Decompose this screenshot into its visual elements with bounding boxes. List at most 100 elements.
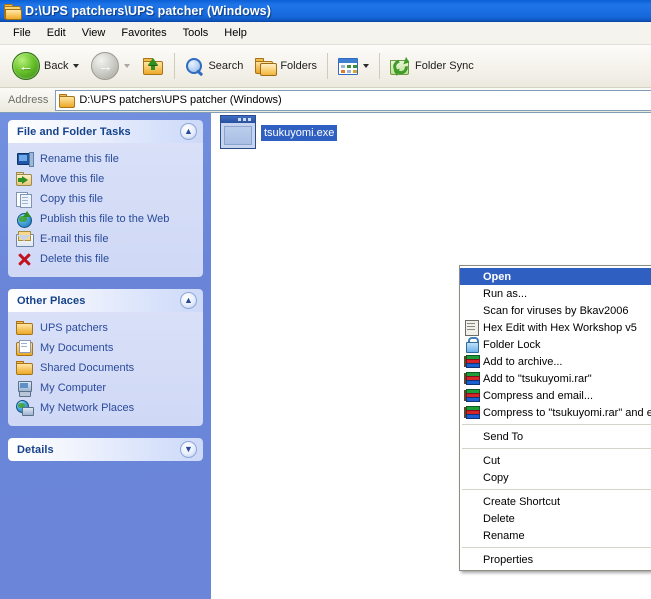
context-menu-item-folder-lock[interactable]: Folder Lock <box>460 336 651 353</box>
place-label: My Network Places <box>40 402 135 414</box>
up-button[interactable] <box>136 47 170 85</box>
address-label: Address <box>8 94 49 106</box>
my-documents-icon <box>16 340 33 356</box>
chevron-down-icon[interactable] <box>73 64 80 68</box>
spacer-icon <box>464 286 480 301</box>
hex-workshop-icon <box>464 320 480 336</box>
context-menu-item-cut[interactable]: Cut <box>460 452 651 469</box>
winrar-icon <box>464 388 480 403</box>
toolbar-separator <box>379 53 381 79</box>
winrar-icon <box>464 354 480 369</box>
panel-file-and-folder-tasks: File and Folder Tasks ▲ Rename this file… <box>8 120 203 277</box>
panel-header[interactable]: File and Folder Tasks ▲ <box>8 120 203 143</box>
search-button[interactable]: Search <box>179 47 249 85</box>
chevron-up-icon[interactable]: ▲ <box>180 123 197 140</box>
views-button[interactable] <box>332 47 375 85</box>
network-places-icon <box>16 400 34 416</box>
menu-edit[interactable]: Edit <box>39 24 74 42</box>
context-menu-item-rename[interactable]: Rename <box>460 527 651 544</box>
folders-icon <box>255 57 278 76</box>
context-menu-item-add-to-archive[interactable]: Add to archive... <box>460 353 651 370</box>
context-menu-label: Folder Lock <box>483 338 541 351</box>
toolbar: ← Back → Search Folders Folder Sync <box>0 45 651 88</box>
context-menu-separator <box>462 489 651 490</box>
menu-favorites[interactable]: Favorites <box>113 24 174 42</box>
menu-help[interactable]: Help <box>216 24 255 42</box>
context-menu-label: Open <box>483 270 512 283</box>
panel-title: File and Folder Tasks <box>17 125 131 138</box>
chevron-down-icon[interactable] <box>363 64 370 68</box>
menu-file[interactable]: File <box>5 24 39 42</box>
forward-button[interactable]: → <box>85 47 136 85</box>
context-menu[interactable]: Open Run as... Scan for viruses by Bkav2… <box>459 265 651 571</box>
place-my-network-places[interactable]: My Network Places <box>16 398 197 418</box>
context-menu-item-hex-edit[interactable]: Hex Edit with Hex Workshop v5 <box>460 319 651 336</box>
context-menu-item-properties[interactable]: Properties <box>460 551 651 568</box>
panel-body: Rename this file Move this file Copy thi… <box>8 143 203 277</box>
file-item-tsukuyomi-exe[interactable]: tsukuyomi.exe <box>220 115 400 149</box>
context-menu-label: Properties <box>483 553 534 566</box>
context-menu-label: Hex Edit with Hex Workshop v5 <box>483 321 637 334</box>
place-label: UPS patchers <box>40 322 108 334</box>
context-menu-item-create-shortcut[interactable]: Create Shortcut <box>460 493 651 510</box>
panel-header[interactable]: Details ▼ <box>8 438 203 461</box>
window-title: D:\UPS patchers\UPS patcher (Windows) <box>25 4 271 18</box>
context-menu-item-compress-and-email[interactable]: Compress and email... <box>460 387 651 404</box>
chevron-down-icon[interactable] <box>124 64 131 68</box>
context-menu-item-delete[interactable]: Delete <box>460 510 651 527</box>
task-pane: File and Folder Tasks ▲ Rename this file… <box>0 113 211 599</box>
file-name-label[interactable]: tsukuyomi.exe <box>261 125 338 141</box>
padlock-icon <box>464 337 480 353</box>
menu-view[interactable]: View <box>74 24 114 42</box>
back-button[interactable]: ← Back <box>6 47 85 85</box>
context-menu-label: Add to "tsukuyomi.rar" <box>483 372 592 385</box>
chevron-down-icon[interactable]: ▼ <box>180 441 197 458</box>
context-menu-item-add-to-rar[interactable]: Add to "tsukuyomi.rar" <box>460 370 651 387</box>
panel-header[interactable]: Other Places ▲ <box>8 289 203 312</box>
task-move-this-file[interactable]: Move this file <box>16 169 197 189</box>
back-arrow-icon: ← <box>12 52 40 80</box>
chevron-up-icon[interactable]: ▲ <box>180 292 197 309</box>
task-rename-this-file[interactable]: Rename this file <box>16 149 197 169</box>
explorer-window: D:\UPS patchers\UPS patcher (Windows) Fi… <box>0 0 651 599</box>
context-menu-separator <box>462 547 651 548</box>
task-label: E-mail this file <box>40 233 109 245</box>
menu-tools[interactable]: Tools <box>175 24 217 42</box>
context-menu-label: Delete <box>483 512 515 525</box>
place-my-documents[interactable]: My Documents <box>16 338 197 358</box>
search-label: Search <box>208 60 244 72</box>
place-my-computer[interactable]: My Computer <box>16 378 197 398</box>
task-delete-this-file[interactable]: Delete this file <box>16 249 197 269</box>
toolbar-separator <box>327 53 329 79</box>
task-publish-this-file-to-the-web[interactable]: Publish this file to the Web <box>16 209 197 229</box>
context-menu-item-scan-for-viruses[interactable]: Scan for viruses by Bkav2006 <box>460 302 651 319</box>
folder-icon <box>16 360 33 376</box>
context-menu-label: Create Shortcut <box>483 495 561 508</box>
context-menu-separator <box>462 424 651 425</box>
folders-button[interactable]: Folders <box>249 47 323 85</box>
address-bar: Address D:\UPS patchers\UPS patcher (Win… <box>0 88 651 113</box>
place-ups-patchers[interactable]: UPS patchers <box>16 318 197 338</box>
address-input[interactable]: D:\UPS patchers\UPS patcher (Windows) <box>55 89 651 111</box>
up-folder-icon <box>142 56 164 76</box>
address-value: D:\UPS patchers\UPS patcher (Windows) <box>79 94 282 106</box>
folder-sync-label: Folder Sync <box>415 60 474 72</box>
spacer-icon <box>464 552 480 567</box>
context-menu-item-send-to[interactable]: Send To <box>460 428 651 445</box>
executable-icon <box>220 115 256 149</box>
folder-sync-button[interactable]: Folder Sync <box>384 47 480 85</box>
panel-body: UPS patchers My Documents Shared Documen… <box>8 312 203 426</box>
file-list-view[interactable]: tsukuyomi.exe Open Run as... Scan for vi… <box>211 113 651 599</box>
task-copy-this-file[interactable]: Copy this file <box>16 189 197 209</box>
context-menu-item-copy[interactable]: Copy <box>460 469 651 486</box>
context-menu-item-compress-to-rar-and-email[interactable]: Compress to "tsukuyomi.rar" and email <box>460 404 651 421</box>
panel-other-places: Other Places ▲ UPS patchers My Documents… <box>8 289 203 426</box>
place-shared-documents[interactable]: Shared Documents <box>16 358 197 378</box>
task-email-this-file[interactable]: E-mail this file <box>16 229 197 249</box>
context-menu-item-open[interactable]: Open <box>460 268 651 285</box>
task-label: Rename this file <box>40 153 119 165</box>
task-label: Publish this file to the Web <box>40 213 170 225</box>
place-label: Shared Documents <box>40 362 135 374</box>
context-menu-item-run-as[interactable]: Run as... <box>460 285 651 302</box>
context-menu-label: Copy <box>483 471 509 484</box>
